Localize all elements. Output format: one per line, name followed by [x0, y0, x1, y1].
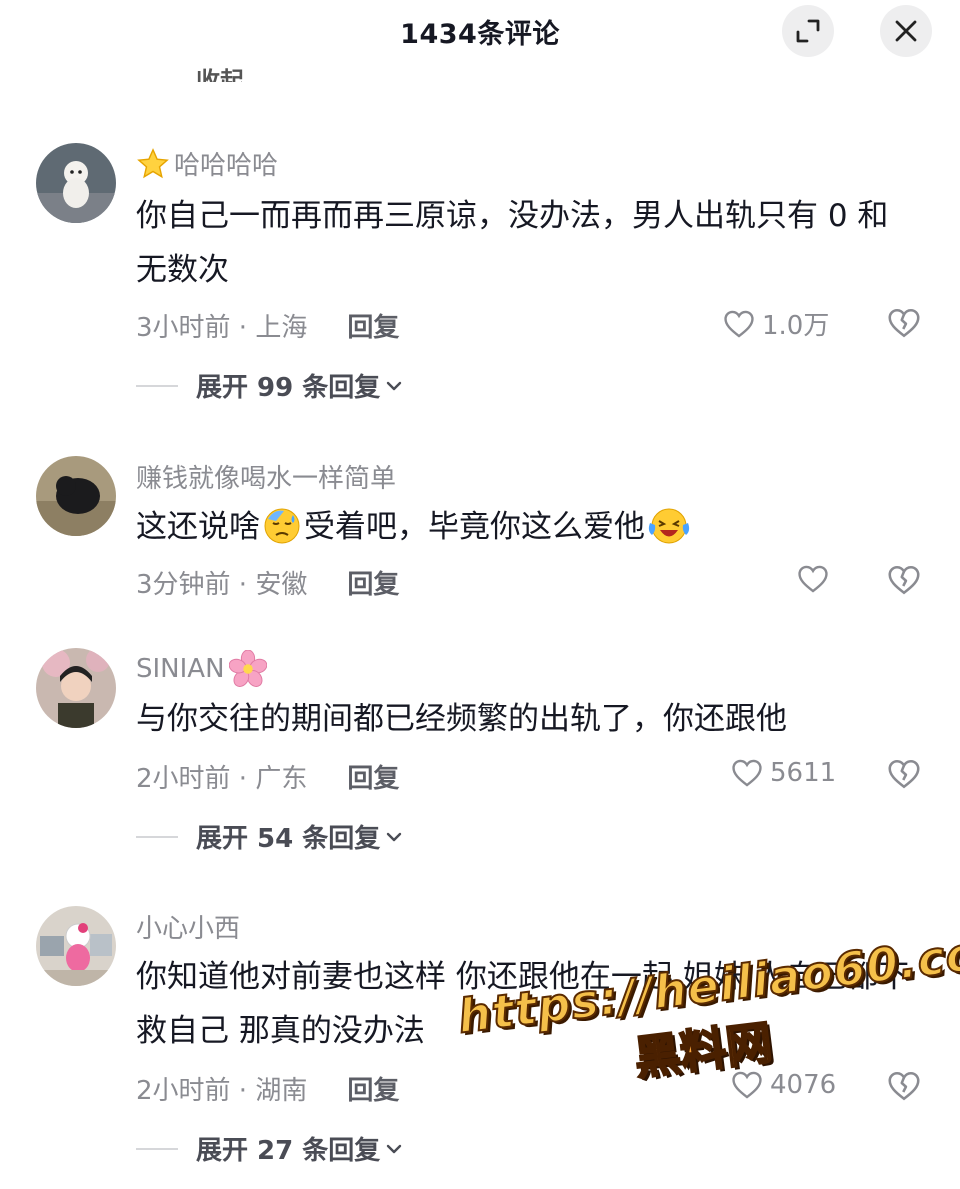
reply-button[interactable]: 回复 — [347, 307, 399, 344]
chevron-down-icon — [387, 1144, 402, 1153]
divider — [136, 384, 178, 387]
broken-heart-icon — [888, 565, 920, 595]
like-button[interactable]: 1.0万 — [722, 305, 829, 342]
flower-icon — [228, 650, 267, 687]
time-location: 2小时前 · 湖南 — [136, 1076, 308, 1106]
expand-button[interactable] — [782, 5, 834, 57]
username[interactable]: 哈哈哈哈 — [136, 145, 278, 182]
reply-button[interactable]: 回复 — [347, 758, 399, 795]
comment-meta: 2小时前 · 湖南 回复 — [136, 1070, 399, 1107]
sweat-face-icon — [264, 508, 300, 544]
like-count: 1.0万 — [762, 311, 830, 341]
comments-header: 1434条评论 — [0, 0, 960, 62]
comment-item: SINIAN 与你交往的期间都已经频繁的出轨了，你还跟他 2小时前 · 广东 回… — [0, 648, 960, 858]
comment-text: 你自己一而再而再三原谅，没办法，男人出轨只有 0 和无数次 — [136, 198, 889, 288]
expand-replies-label: 展开 99 条回复 — [196, 373, 381, 403]
broken-heart-icon — [888, 308, 920, 338]
username-text: SINIAN — [136, 654, 225, 684]
username[interactable]: 赚钱就像喝水一样简单 — [136, 458, 396, 495]
heart-icon — [798, 565, 828, 593]
avatar[interactable] — [36, 906, 116, 986]
comment-text-part: 受着吧，毕竟你这么爱他 — [304, 509, 645, 545]
username[interactable]: 小心小西 — [136, 908, 240, 945]
star-icon — [137, 147, 169, 178]
heart-icon — [732, 759, 762, 787]
username-text: 小心小西 — [136, 914, 241, 944]
comment-meta: 3小时前 · 上海 回复 — [136, 307, 399, 344]
chevron-down-icon — [387, 832, 402, 841]
expand-replies[interactable]: 展开 27 条回复 — [136, 1130, 404, 1167]
close-button[interactable] — [880, 5, 932, 57]
comment-meta: 3分钟前 · 安徽 回复 — [136, 564, 399, 601]
heart-icon — [724, 310, 754, 338]
expand-replies-label: 展开 27 条回复 — [196, 1136, 381, 1166]
username-text: 赚钱就像喝水一样简单 — [136, 464, 397, 494]
time-location: 2小时前 · 广东 — [136, 764, 308, 794]
expand-replies[interactable]: 展开 54 条回复 — [136, 818, 404, 855]
dislike-button[interactable] — [886, 305, 922, 345]
collapse-link[interactable]: 收起 — [196, 58, 244, 82]
dislike-button[interactable] — [886, 562, 922, 602]
comment-item: 哈哈哈哈 你自己一而再而再三原谅，没办法，男人出轨只有 0 和无数次 3小时前 … — [0, 143, 960, 403]
avatar[interactable] — [36, 143, 116, 223]
comment-text: 这还说啥 受着吧，毕竟你这么爱他 — [136, 500, 916, 554]
like-count: 5611 — [770, 758, 837, 788]
avatar[interactable] — [36, 456, 116, 536]
reply-button[interactable]: 回复 — [347, 564, 399, 601]
comment-meta: 2小时前 · 广东 回复 — [136, 758, 399, 795]
crying-laughing-icon — [648, 508, 690, 544]
time-location: 3小时前 · 上海 — [136, 313, 308, 343]
like-button[interactable] — [796, 562, 830, 596]
username[interactable]: SINIAN — [136, 650, 267, 688]
comment-text-part: 这还说啥 — [136, 509, 260, 545]
time-location: 3分钟前 · 安徽 — [136, 570, 308, 600]
comment-item: 赚钱就像喝水一样简单 这还说啥 受着吧，毕竟你这么爱他 3分钟前 · 安徽 回复 — [0, 456, 960, 606]
divider — [136, 1147, 178, 1150]
reply-button[interactable]: 回复 — [347, 1070, 399, 1107]
expand-replies[interactable]: 展开 99 条回复 — [136, 367, 404, 404]
divider — [136, 835, 178, 838]
avatar[interactable] — [36, 648, 116, 728]
close-icon — [895, 20, 917, 42]
comment-text: 与你交往的期间都已经频繁的出轨了，你还跟他 — [136, 701, 787, 737]
expand-replies-label: 展开 54 条回复 — [196, 824, 381, 854]
username-text: 哈哈哈哈 — [174, 151, 279, 181]
dislike-button[interactable] — [886, 756, 922, 796]
expand-icon — [796, 19, 820, 43]
like-button[interactable]: 5611 — [730, 756, 836, 790]
broken-heart-icon — [888, 759, 920, 789]
chevron-down-icon — [387, 381, 402, 390]
